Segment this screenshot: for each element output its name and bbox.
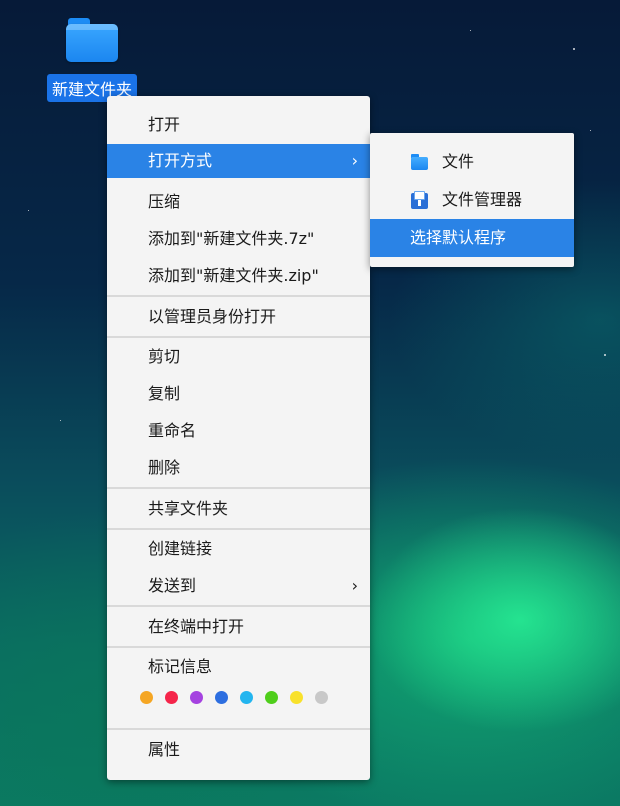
submenu-item-files[interactable]: 文件 xyxy=(370,143,574,181)
menu-separator xyxy=(107,728,370,730)
context-menu: 打开 打开方式 › 压缩 添加到"新建文件夹.7z" 添加到"新建文件夹.zip… xyxy=(107,96,370,780)
menu-item-label: 发送到 xyxy=(148,576,197,595)
desktop-folder[interactable]: 新建文件夹 xyxy=(42,14,142,102)
tag-color-cyan[interactable] xyxy=(240,691,253,704)
tag-color-purple[interactable] xyxy=(190,691,203,704)
star xyxy=(573,48,575,50)
menu-separator xyxy=(107,605,370,607)
menu-item-open-as-admin[interactable]: 以管理员身份打开 xyxy=(107,300,370,334)
menu-item-label: 以管理员身份打开 xyxy=(148,307,277,326)
menu-item-cut[interactable]: 剪切 xyxy=(107,340,370,374)
menu-item-rename[interactable]: 重命名 xyxy=(107,414,370,448)
menu-separator xyxy=(107,295,370,297)
chevron-right-icon: › xyxy=(351,576,358,595)
submenu-item-choose-default[interactable]: 选择默认程序 xyxy=(370,219,574,257)
file-manager-icon xyxy=(411,191,428,209)
menu-item-label: 打开 xyxy=(148,115,181,134)
menu-item-copy[interactable]: 复制 xyxy=(107,377,370,411)
menu-item-label: 共享文件夹 xyxy=(148,499,229,518)
star xyxy=(470,30,471,31)
folder-icon xyxy=(411,154,429,170)
submenu-item-label: 文件 xyxy=(442,152,475,171)
tag-color-blue[interactable] xyxy=(215,691,228,704)
chevron-right-icon: › xyxy=(351,151,358,170)
tag-color-red[interactable] xyxy=(165,691,178,704)
menu-item-label: 重命名 xyxy=(148,421,197,440)
menu-item-tag-info[interactable]: 标记信息 xyxy=(107,650,370,684)
menu-separator xyxy=(107,646,370,648)
folder-icon xyxy=(66,18,118,62)
menu-item-label: 属性 xyxy=(148,740,181,759)
submenu-item-file-manager[interactable]: 文件管理器 xyxy=(370,181,574,219)
menu-item-open-with[interactable]: 打开方式 › xyxy=(107,144,370,178)
menu-item-label: 添加到"新建文件夹.7z" xyxy=(148,229,315,248)
menu-item-properties[interactable]: 属性 xyxy=(107,733,370,767)
menu-item-label: 压缩 xyxy=(148,192,181,211)
menu-item-label: 创建链接 xyxy=(148,539,213,558)
menu-item-share-folder[interactable]: 共享文件夹 xyxy=(107,492,370,526)
menu-item-create-link[interactable]: 创建链接 xyxy=(107,532,370,566)
tag-color-orange[interactable] xyxy=(140,691,153,704)
menu-item-delete[interactable]: 删除 xyxy=(107,451,370,485)
menu-item-add-zip[interactable]: 添加到"新建文件夹.zip" xyxy=(107,259,370,293)
star xyxy=(60,420,61,421)
star xyxy=(590,130,591,131)
submenu-item-label: 文件管理器 xyxy=(442,190,523,209)
menu-item-compress[interactable]: 压缩 xyxy=(107,185,370,219)
tag-color-yellow[interactable] xyxy=(290,691,303,704)
menu-item-send-to[interactable]: 发送到 › xyxy=(107,569,370,603)
tag-color-green[interactable] xyxy=(265,691,278,704)
tag-color-gray[interactable] xyxy=(315,691,328,704)
menu-item-label: 标记信息 xyxy=(148,657,213,676)
star xyxy=(28,210,29,211)
menu-item-label: 复制 xyxy=(148,384,181,403)
submenu-item-label: 选择默认程序 xyxy=(410,228,507,247)
menu-item-label: 删除 xyxy=(148,458,181,477)
menu-separator xyxy=(107,528,370,530)
menu-item-label: 打开方式 xyxy=(148,151,213,170)
menu-separator xyxy=(107,336,370,338)
menu-item-open-in-terminal[interactable]: 在终端中打开 xyxy=(107,610,370,644)
menu-item-add-7z[interactable]: 添加到"新建文件夹.7z" xyxy=(107,222,370,256)
menu-item-open[interactable]: 打开 xyxy=(107,108,370,142)
menu-separator xyxy=(107,487,370,489)
star xyxy=(604,354,606,356)
menu-item-label: 添加到"新建文件夹.zip" xyxy=(148,266,319,285)
menu-item-label: 在终端中打开 xyxy=(148,617,245,636)
open-with-submenu: 文件 文件管理器 选择默认程序 xyxy=(370,133,574,267)
menu-item-label: 剪切 xyxy=(148,347,181,366)
